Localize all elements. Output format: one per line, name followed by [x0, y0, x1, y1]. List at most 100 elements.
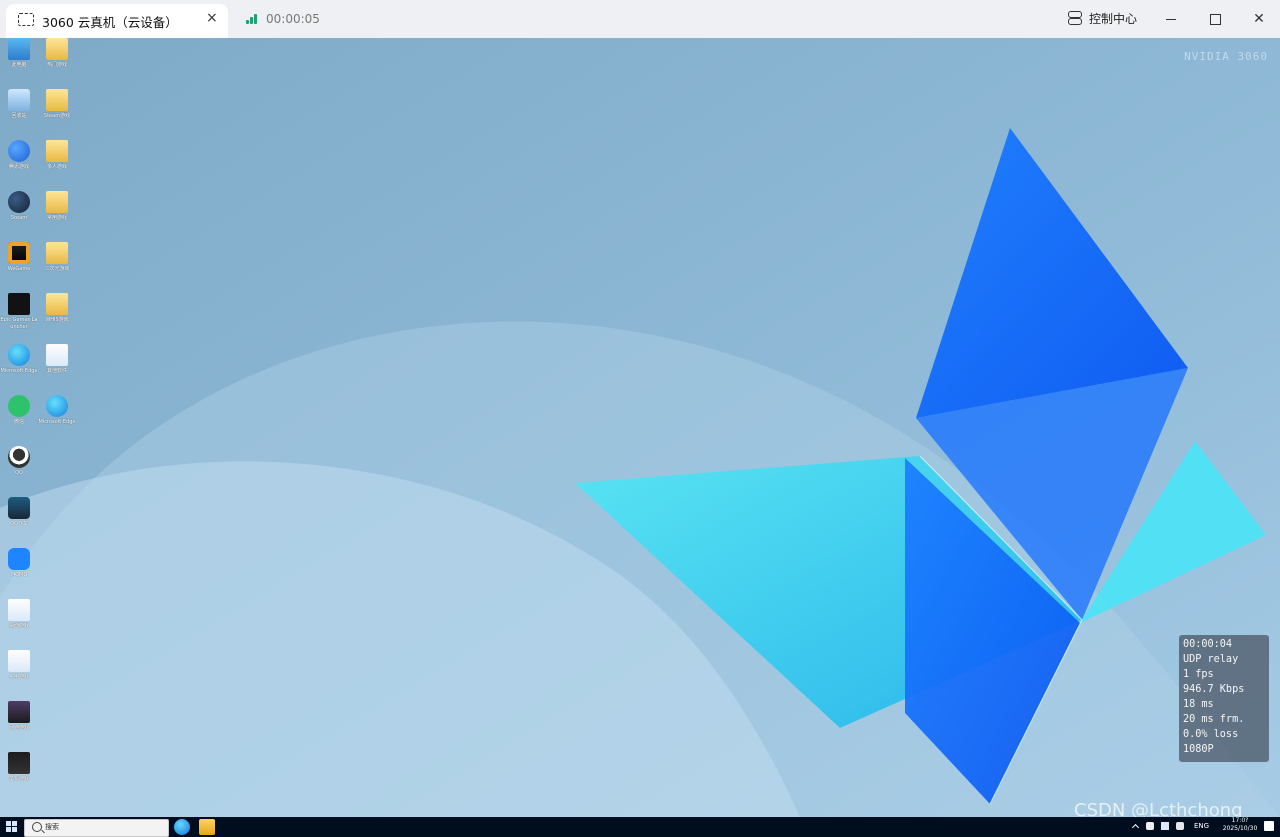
- clock-time: 17:0?: [1231, 817, 1249, 824]
- maximize-icon: [1210, 14, 1221, 25]
- start-button[interactable]: [6, 821, 18, 833]
- control-center-icon: [1068, 11, 1082, 25]
- taskbar-search-box[interactable]: 搜索: [24, 819, 169, 837]
- desktop-icon-4[interactable]: WeGame: [0, 242, 38, 273]
- desktop-icon-14[interactable]: 单机游戏: [0, 752, 38, 783]
- signal-icon: [246, 13, 258, 24]
- notification-icon[interactable]: [1264, 821, 1274, 831]
- taskbar-file-explorer-icon[interactable]: [199, 819, 215, 835]
- stats-bitrate: 946.7 Kbps: [1183, 684, 1245, 695]
- stats-loss: 0.0% loss: [1183, 729, 1239, 740]
- document-icon: [46, 344, 68, 366]
- blue-app-icon: [8, 140, 30, 162]
- desktop-icon-6[interactable]: Microsoft Edge: [0, 344, 38, 375]
- tab-cloud-device[interactable]: 3060 云真机（云设备） ×: [6, 4, 228, 38]
- stats-fps: 1 fps: [1183, 669, 1214, 680]
- windows-wallpaper: [0, 38, 1280, 817]
- desktop-icon-label: 桌面游戏: [8, 623, 29, 629]
- desktop-icon-label: MOMO: [10, 572, 28, 578]
- folder-icon: [46, 140, 68, 162]
- maximize-button[interactable]: [1201, 7, 1229, 31]
- folder-icon: [46, 242, 68, 264]
- volume-icon[interactable]: [1176, 822, 1184, 830]
- close-button[interactable]: ✕: [1245, 7, 1273, 31]
- desktop-icon-label: WeGame: [7, 266, 31, 272]
- dark-icon: [8, 701, 30, 723]
- wechat-icon: [8, 395, 30, 417]
- input-language[interactable]: ENG: [1194, 822, 1209, 830]
- desktop-icon-label: 多人游戏: [46, 164, 67, 170]
- document-icon: [8, 650, 30, 672]
- search-icon: [32, 822, 42, 832]
- stats-latency: 18 ms: [1183, 699, 1214, 710]
- desktop-icon-label: 二次元游戏: [44, 266, 70, 272]
- desktop-icon-7[interactable]: 微信: [0, 395, 38, 426]
- desktop-icon-label: QQ飞车: [10, 521, 28, 527]
- clock[interactable]: 17:0? 2025/10/30: [1220, 817, 1260, 833]
- tab-title: 3060 云真机（云设备）: [42, 15, 178, 30]
- title-bar: 3060 云真机（云设备） × 00:00:05 控制中心 ✕: [0, 0, 1280, 39]
- minimize-icon: [1166, 19, 1176, 20]
- desktop-icon-label: 回收站: [11, 113, 27, 119]
- desktop-icon-label: 实用游戏: [8, 674, 29, 680]
- clock-date: 2025/10/30: [1222, 825, 1258, 832]
- csdn-watermark: CSDN @Lcthchong: [1074, 800, 1243, 817]
- desktop-icon-22[interactable]: Microsoft Edge: [38, 395, 76, 426]
- desktop-icon-17[interactable]: 多人游戏: [38, 140, 76, 171]
- stats-protocol: UDP relay: [1183, 654, 1239, 665]
- remote-desktop[interactable]: NVIDIA 3060 此电脑回收站腾讯游戏 Steam WeGame Epic Ga…: [0, 38, 1280, 817]
- desktop-icon-2[interactable]: 腾讯游戏: [0, 140, 38, 171]
- desktop-icon-0[interactable]: 此电脑: [0, 38, 38, 69]
- desktop-icon-12[interactable]: 实用游戏: [0, 650, 38, 681]
- edge-icon: [8, 344, 30, 366]
- desktop-icon-label: Microsoft Edge: [0, 368, 38, 374]
- desktop-icon-15[interactable]: 热门游戏: [38, 38, 76, 69]
- black-icon: [8, 752, 30, 774]
- desktop-icon-label: 单机游戏: [8, 776, 29, 782]
- desktop-icon-label: 腾讯游戏: [8, 164, 29, 170]
- computer-icon: [8, 38, 30, 60]
- network-icon[interactable]: [1161, 822, 1169, 830]
- desktop-icon-label: 常用游戏: [46, 215, 67, 221]
- desktop-icon-label: 微信: [13, 419, 24, 425]
- desktop-icon-3[interactable]: Steam: [0, 191, 38, 222]
- desktop-icon-5[interactable]: Epic Games Launcher: [0, 293, 38, 331]
- desktop-icon-label: WHIS游戏: [45, 317, 69, 323]
- desktop-icon-label: 热门游戏: [46, 62, 67, 68]
- desktop-icon-10[interactable]: MOMO: [0, 548, 38, 579]
- desktop-icon-16[interactable]: Steam游戏: [38, 89, 76, 120]
- taskbar: 搜索 ENG 17:0? 2025/10/30: [0, 817, 1280, 837]
- desktop-icon-21[interactable]: 其他软件: [38, 344, 76, 375]
- desktop-icon-13[interactable]: 网游游戏: [0, 701, 38, 732]
- game-icon: [8, 497, 30, 519]
- desktop-icon-label: 网游游戏: [8, 725, 29, 731]
- security-icon[interactable]: [1146, 822, 1154, 830]
- desktop-icon-19[interactable]: 二次元游戏: [38, 242, 76, 273]
- desktop-icon-label: 其他软件: [46, 368, 67, 374]
- desktop-icon-label: Epic Games Launcher: [0, 317, 38, 330]
- close-tab-icon[interactable]: ×: [206, 10, 218, 26]
- document-icon: [8, 599, 30, 621]
- desktop-icon-9[interactable]: QQ飞车: [0, 497, 38, 528]
- epic-icon: [8, 293, 30, 315]
- system-tray: ENG 17:0? 2025/10/30: [1131, 817, 1276, 833]
- gpu-watermark: NVIDIA 3060: [1184, 50, 1268, 63]
- edge-icon: [46, 395, 68, 417]
- folder-icon: [46, 293, 68, 315]
- desktop-icon-11[interactable]: 桌面游戏: [0, 599, 38, 630]
- desktop-icon-18[interactable]: 常用游戏: [38, 191, 76, 222]
- session-time: 00:00:05: [266, 12, 320, 26]
- cloud-device-window: 3060 云真机（云设备） × 00:00:05 控制中心 ✕ NVIDIA 3…: [0, 0, 1280, 837]
- recycle-bin-icon: [8, 89, 30, 111]
- desktop-icon-1[interactable]: 回收站: [0, 89, 38, 120]
- desktop-icon-20[interactable]: WHIS游戏: [38, 293, 76, 324]
- stats-frame-time: 20 ms frm.: [1183, 714, 1245, 725]
- show-hidden-icons-icon[interactable]: [1131, 823, 1140, 832]
- minimize-button[interactable]: [1157, 7, 1185, 31]
- device-icon: [18, 13, 34, 26]
- stats-resolution: 1080P: [1183, 744, 1214, 755]
- folder-icon: [46, 89, 68, 111]
- taskbar-edge-icon[interactable]: [174, 819, 190, 835]
- folder-icon: [46, 38, 68, 60]
- desktop-icon-8[interactable]: QQ: [0, 446, 38, 477]
